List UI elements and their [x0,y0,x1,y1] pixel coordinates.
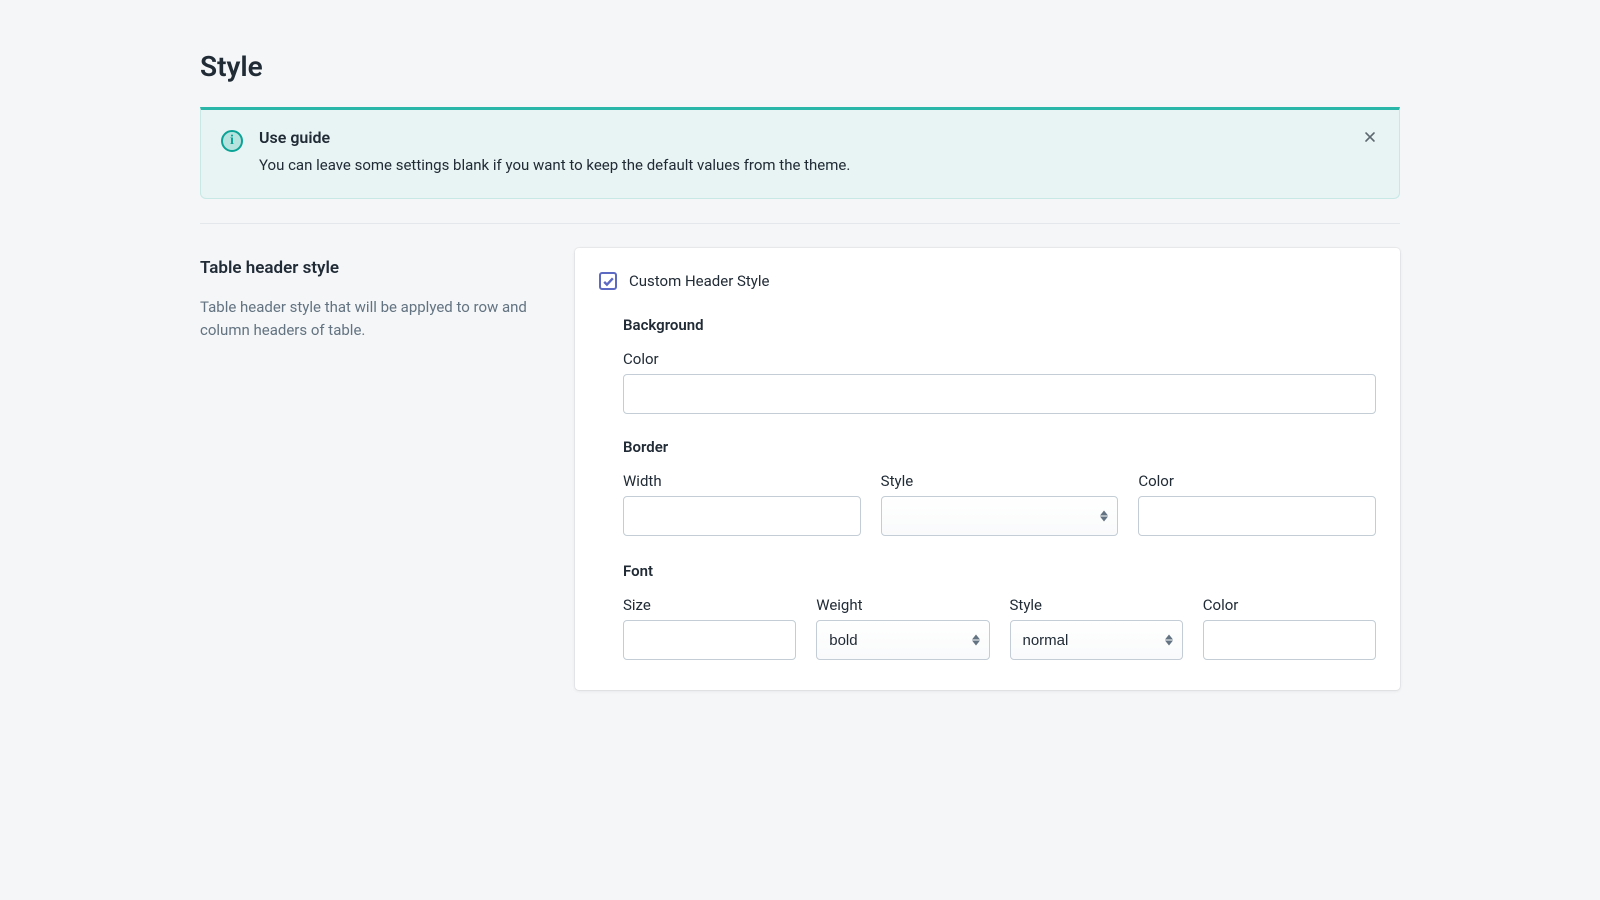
font-size-input[interactable] [623,620,796,660]
subform: Background Color Border Width Style [599,316,1376,660]
custom-header-style-label[interactable]: Custom Header Style [629,272,770,290]
use-guide-banner: i Use guide You can leave some settings … [200,107,1400,199]
info-icon: i [221,130,243,152]
page-title: Style [200,50,1400,83]
background-heading: Background [623,316,1376,334]
custom-header-style-row: Custom Header Style [599,272,1376,290]
border-width-label: Width [623,472,861,490]
border-color-label: Color [1138,472,1376,490]
close-icon[interactable] [1359,126,1381,148]
border-color-field: Color [1138,472,1376,536]
section-side: Table header style Table header style th… [200,248,545,343]
background-color-label: Color [623,350,1376,368]
banner-content: Use guide You can leave some settings bl… [259,128,1379,176]
font-heading: Font [623,562,1376,580]
font-color-label: Color [1203,596,1376,614]
border-row: Width Style [623,472,1376,536]
section-heading: Table header style [200,258,545,278]
border-width-input[interactable] [623,496,861,536]
banner-text: You can leave some settings blank if you… [259,155,1379,176]
font-color-input[interactable] [1203,620,1376,660]
border-style-field: Style [881,472,1119,536]
font-size-field: Size [623,596,796,660]
background-color-input[interactable] [623,374,1376,414]
divider [200,223,1400,224]
font-size-label: Size [623,596,796,614]
settings-card: Custom Header Style Background Color Bor… [575,248,1400,690]
font-color-field: Color [1203,596,1376,660]
border-style-select[interactable] [881,496,1119,536]
font-style-select[interactable]: normal [1010,620,1183,660]
font-weight-select[interactable]: bold [816,620,989,660]
border-color-input[interactable] [1138,496,1376,536]
page-container: Style i Use guide You can leave some set… [0,0,1600,730]
background-color-field: Color [623,350,1376,414]
border-style-label: Style [881,472,1119,490]
border-heading: Border [623,438,1376,456]
font-row: Size Weight bold [623,596,1376,660]
font-weight-field: Weight bold [816,596,989,660]
custom-header-style-checkbox[interactable] [599,272,617,290]
font-style-label: Style [1010,596,1183,614]
font-weight-label: Weight [816,596,989,614]
banner-title: Use guide [259,128,1379,147]
border-width-field: Width [623,472,861,536]
font-style-field: Style normal [1010,596,1183,660]
section-description: Table header style that will be applyed … [200,296,545,343]
table-header-style-section: Table header style Table header style th… [200,248,1400,690]
